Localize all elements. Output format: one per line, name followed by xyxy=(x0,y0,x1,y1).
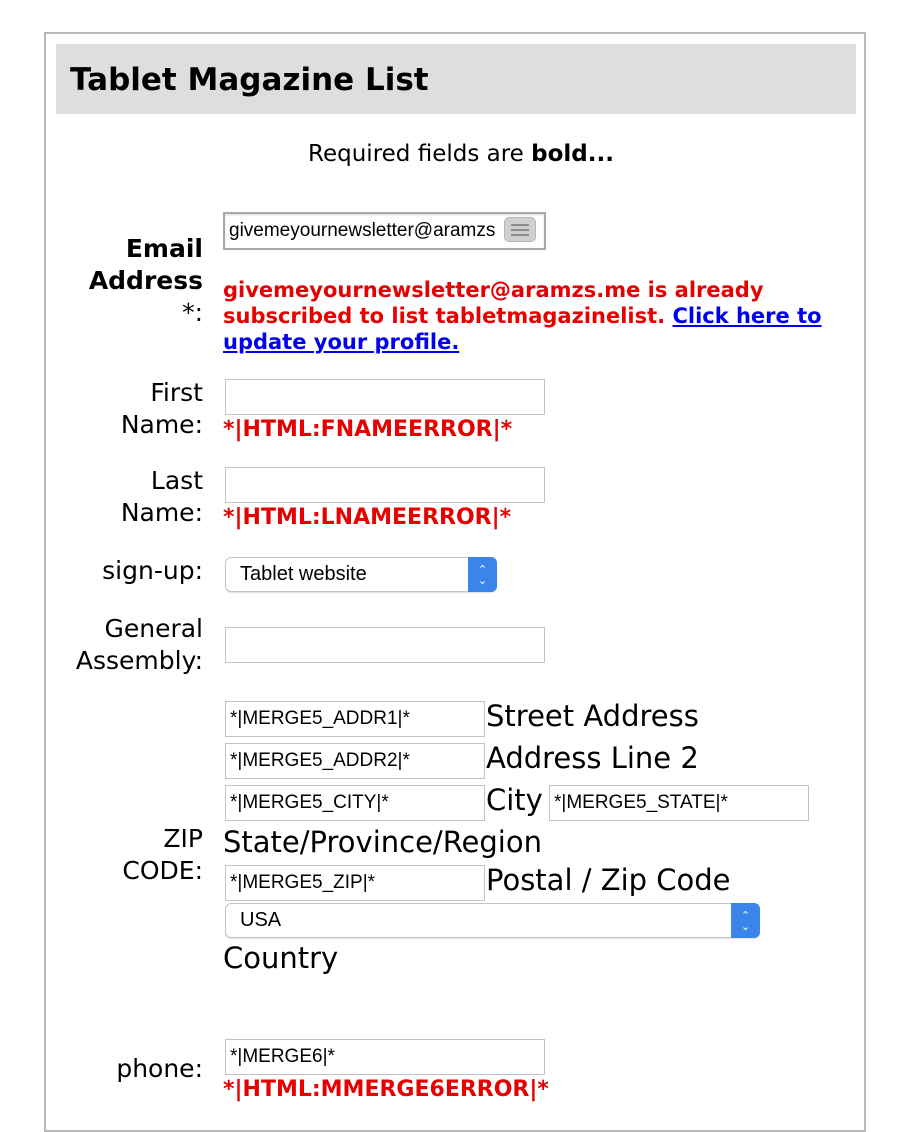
email-label-line1: Email xyxy=(125,234,203,263)
country-select[interactable]: USA ⌃ ⌄ xyxy=(225,903,760,938)
last-name-label-line1: Last xyxy=(150,466,203,495)
phone-error: *|HTML:MMERGE6ERROR|* xyxy=(223,1077,549,1102)
email-label-line3: *: xyxy=(182,298,203,327)
form-header: Tablet Magazine List xyxy=(56,44,856,114)
general-assembly-label-line1: General xyxy=(104,614,203,643)
required-note: Required fields are bold... xyxy=(0,141,922,167)
email-label-line2: Address xyxy=(88,266,203,295)
zip-caption: Postal / Zip Code xyxy=(486,863,731,897)
address-line1-caption: Street Address xyxy=(486,699,699,733)
last-name-input[interactable] xyxy=(225,467,545,503)
zip-input[interactable] xyxy=(225,865,485,901)
general-assembly-label-line2: Assembly: xyxy=(75,646,203,675)
country-caption: Country xyxy=(223,941,339,975)
signup-selected-value: Tablet website xyxy=(240,563,367,585)
up-down-chevron-icon: ⌃ ⌄ xyxy=(731,903,760,938)
phone-input[interactable] xyxy=(225,1039,545,1075)
email-error: givemeyournewsletter@aramzs.me is alread… xyxy=(223,277,863,355)
address-label-line2: CODE: xyxy=(122,856,203,885)
first-name-label-line2: Name: xyxy=(120,410,203,439)
address-line2-input[interactable] xyxy=(225,743,485,779)
phone-label: phone: xyxy=(116,1054,203,1083)
country-selected-value: USA xyxy=(240,909,282,931)
signup-select[interactable]: Tablet website ⌃ ⌄ xyxy=(225,557,497,592)
required-note-prefix: Required fields are xyxy=(308,141,532,167)
contact-card-icon[interactable] xyxy=(504,217,536,242)
first-name-label-line1: First xyxy=(150,378,203,407)
general-assembly-input[interactable] xyxy=(225,627,545,663)
first-name-error: *|HTML:FNAMEERROR|* xyxy=(223,417,513,442)
last-name-error: *|HTML:LNAMEERROR|* xyxy=(223,505,512,530)
city-input[interactable] xyxy=(225,785,485,821)
first-name-input[interactable] xyxy=(225,379,545,415)
address-label-line1: ZIP xyxy=(163,824,203,853)
city-caption: City xyxy=(486,783,543,817)
last-name-label-line2: Name: xyxy=(120,498,203,527)
state-input[interactable] xyxy=(549,785,809,821)
up-down-chevron-icon: ⌃ ⌄ xyxy=(468,557,497,592)
state-caption: State/Province/Region xyxy=(223,825,542,859)
form-title: Tablet Magazine List xyxy=(70,62,429,98)
required-note-bold: bold... xyxy=(531,141,614,167)
signup-label: sign-up: xyxy=(102,556,203,585)
address-line1-input[interactable] xyxy=(225,701,485,737)
email-input[interactable] xyxy=(223,212,546,250)
address-line2-caption: Address Line 2 xyxy=(486,741,699,775)
